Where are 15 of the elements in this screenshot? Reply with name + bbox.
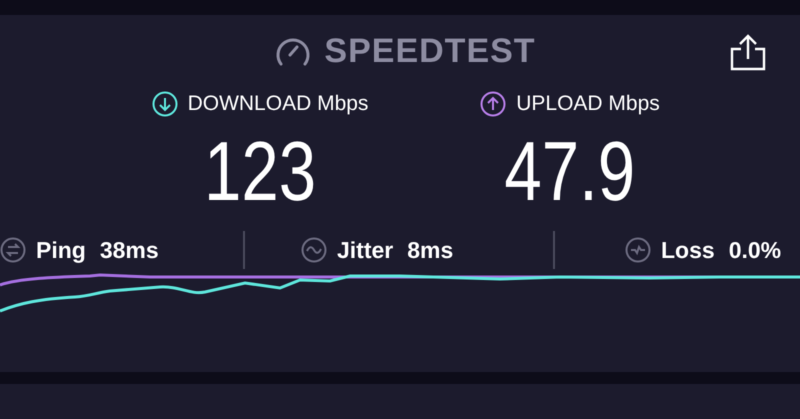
stat-label: Loss [661, 236, 715, 264]
speed-value: 123 [204, 123, 316, 220]
arrows-icon [0, 237, 26, 263]
metric-label: UPLOAD Mbps [516, 92, 660, 116]
speed-value: 47.9 [504, 123, 636, 220]
stat-value: 0.0% [728, 236, 782, 264]
stat-label: Jitter [337, 236, 394, 264]
app-title: SPEEDTEST [324, 32, 536, 70]
wave-icon [301, 237, 327, 263]
share-icon[interactable] [729, 33, 767, 71]
stat-label: Ping [36, 236, 86, 264]
stat-value: 38ms [100, 236, 159, 264]
metric-label: DOWNLOAD Mbps [188, 92, 368, 116]
pulse-icon [625, 237, 651, 263]
stat-value: 8ms [407, 236, 454, 264]
